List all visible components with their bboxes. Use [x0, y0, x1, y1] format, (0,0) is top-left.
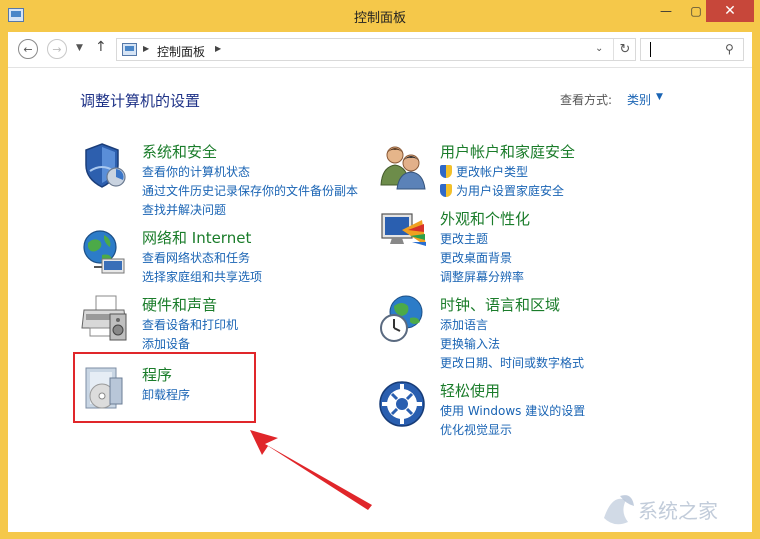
- chevron-down-icon: ⌄: [595, 43, 604, 54]
- text-cursor: [650, 42, 651, 57]
- arrow-left-icon: ←: [23, 42, 33, 56]
- link-troubleshoot[interactable]: 查找并解决问题: [142, 201, 358, 220]
- window-title: 控制面板: [353, 11, 406, 26]
- minimize-button[interactable]: —: [652, 0, 680, 22]
- printer-icon[interactable]: [80, 294, 130, 344]
- view-by-dropdown[interactable]: 类别: [627, 91, 651, 108]
- clock-globe-icon[interactable]: [378, 294, 428, 344]
- link-optimize-visual-display[interactable]: 优化视觉显示: [440, 421, 585, 440]
- chevron-down-icon: ▼: [76, 43, 83, 53]
- breadcrumb-separator-icon[interactable]: ▶: [215, 44, 221, 53]
- title-bar[interactable]: 控制面板 — ▢ ✕: [0, 0, 760, 32]
- ease-of-access-icon[interactable]: [378, 380, 428, 430]
- close-button[interactable]: ✕: [706, 0, 754, 22]
- link-view-network-status[interactable]: 查看网络状态和任务: [142, 249, 262, 268]
- users-icon[interactable]: [378, 141, 428, 191]
- address-dropdown-button[interactable]: ⌄: [595, 43, 603, 54]
- link-view-computer-status[interactable]: 查看你的计算机状态: [142, 163, 358, 182]
- monitor-palette-icon[interactable]: [378, 208, 428, 258]
- arrow-up-icon: ↑: [95, 39, 107, 55]
- watermark-logo: 系统之家: [604, 495, 718, 525]
- arrow-right-icon: →: [52, 42, 62, 56]
- category-title[interactable]: 时钟、语言和区域: [440, 294, 560, 315]
- main-content: 调整计算机的设置 查看方式: 类别 ▼ 系统和安全 查看你的计算机状态 通过文件…: [8, 68, 752, 532]
- link-devices-printers[interactable]: 查看设备和打印机: [142, 316, 238, 335]
- search-input[interactable]: ⚲: [640, 38, 744, 61]
- refresh-icon: ↻: [619, 42, 631, 57]
- link-change-account-type[interactable]: 更改帐户类型: [440, 163, 564, 182]
- shield-icon[interactable]: [80, 141, 130, 191]
- link-change-theme[interactable]: 更改主题: [440, 230, 524, 249]
- network-globe-icon[interactable]: [80, 227, 130, 277]
- category-title[interactable]: 系统和安全: [142, 141, 217, 162]
- link-file-history-backup[interactable]: 通过文件历史记录保存你的文件备份副本: [142, 182, 358, 201]
- link-desktop-background[interactable]: 更改桌面背景: [440, 249, 524, 268]
- control-panel-window: 控制面板 — ▢ ✕ ← → ▼ ↑ ▶ 控制面板 ▶ ⌄ ↻ ⚲ 调整计算机的…: [0, 0, 760, 539]
- search-icon[interactable]: ⚲: [725, 42, 734, 56]
- address-box[interactable]: ▶ 控制面板 ▶ ⌄ ↻: [116, 38, 636, 61]
- control-panel-icon: [122, 43, 137, 56]
- recent-locations-button[interactable]: ▼: [76, 43, 83, 53]
- link-add-language[interactable]: 添加语言: [440, 316, 584, 335]
- forward-button[interactable]: →: [47, 39, 67, 59]
- link-text: 更改帐户类型: [456, 165, 529, 179]
- breadcrumb-separator-icon[interactable]: ▶: [143, 44, 149, 53]
- link-date-time-format[interactable]: 更改日期、时间或数字格式: [440, 354, 584, 373]
- link-homegroup-sharing[interactable]: 选择家庭组和共享选项: [142, 268, 262, 287]
- uac-shield-icon: [440, 165, 452, 178]
- breadcrumb-control-panel[interactable]: 控制面板: [157, 43, 205, 60]
- navigation-bar: ← → ▼ ↑ ▶ 控制面板 ▶ ⌄ ↻ ⚲: [8, 32, 752, 68]
- view-by-label: 查看方式:: [560, 93, 613, 107]
- page-title: 调整计算机的设置: [80, 92, 201, 110]
- refresh-button[interactable]: ↻: [613, 39, 636, 60]
- uac-shield-icon: [440, 184, 452, 197]
- annotation-highlight-box: [73, 352, 256, 423]
- category-title[interactable]: 硬件和声音: [142, 294, 217, 315]
- watermark-text: 系统之家: [638, 499, 718, 523]
- link-change-input-method[interactable]: 更换输入法: [440, 335, 584, 354]
- category-title[interactable]: 外观和个性化: [440, 208, 530, 229]
- link-screen-resolution[interactable]: 调整屏幕分辨率: [440, 268, 524, 287]
- link-windows-suggested-settings[interactable]: 使用 Windows 建议的设置: [440, 402, 585, 421]
- up-button[interactable]: ↑: [95, 39, 107, 55]
- chevron-down-icon[interactable]: ▼: [656, 92, 663, 102]
- link-family-safety[interactable]: 为用户设置家庭安全: [440, 182, 564, 201]
- back-button[interactable]: ←: [18, 39, 38, 59]
- link-text: 为用户设置家庭安全: [456, 184, 565, 198]
- category-title[interactable]: 网络和 Internet: [142, 227, 251, 248]
- category-title[interactable]: 轻松使用: [440, 380, 500, 401]
- category-title[interactable]: 用户帐户和家庭安全: [440, 141, 575, 162]
